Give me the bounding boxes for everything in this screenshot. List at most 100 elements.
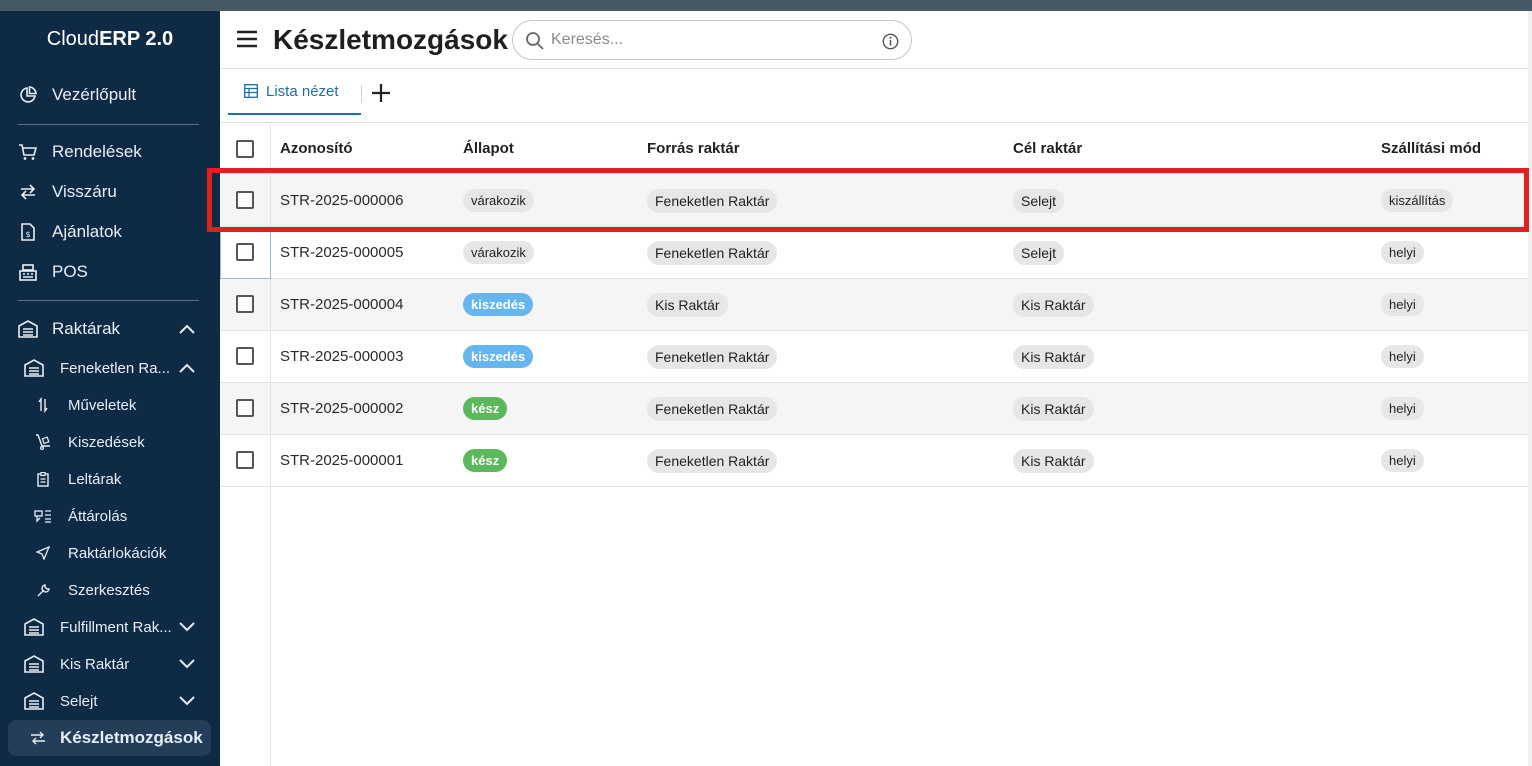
source-chip: Kis Raktár [647,292,728,317]
status-badge: kész [463,397,508,420]
row-target: Selejt [1013,175,1065,226]
search-box[interactable] [512,20,912,60]
status-badge: várakozik [463,189,534,212]
status-badge: kiszedés [463,293,534,316]
menu-icon[interactable] [236,29,258,49]
target-chip: Selejt [1013,188,1065,213]
row-shipping: helyi [1381,227,1424,278]
shipping-chip: helyi [1381,397,1424,420]
scrollbar[interactable] [1528,11,1532,766]
sidebar-item-picking[interactable]: Kiszedések [0,424,220,460]
info-icon[interactable] [882,33,899,50]
table-row[interactable]: STR-2025-000002 kész Feneketlen Raktár K… [220,383,1528,435]
row-checkbox[interactable] [236,399,254,417]
column-header-status[interactable]: Állapot [463,124,514,173]
row-checkbox[interactable] [236,347,254,365]
sidebar-item-edit[interactable]: Szerkesztés [0,572,220,608]
row-target: Selejt [1013,227,1065,278]
row-id: STR-2025-000006 [280,192,404,209]
sidebar: Cloud ERP 2.0 Vezérlőpult Rendelések Viss… [0,11,220,766]
row-target: Kis Raktár [1013,435,1094,486]
target-chip: Kis Raktár [1013,344,1094,369]
sidebar-item-wh-selejt[interactable]: Selejt [0,683,220,719]
warehouse-icon [24,358,44,378]
row-shipping: kiszállítás [1381,175,1454,226]
source-chip: Feneketlen Raktár [647,396,778,421]
row-checkbox[interactable] [236,191,254,209]
chevron-down-icon [178,692,196,710]
sidebar-item-wh-fulfillment[interactable]: Fulfillment Rak... [0,609,220,645]
warehouse-icon [24,654,44,674]
chevron-up-icon [178,359,196,377]
row-target: Kis Raktár [1013,331,1094,382]
shipping-chip: kiszállítás [1381,189,1454,212]
row-id: STR-2025-000001 [280,452,404,469]
row-checkbox[interactable] [236,451,254,469]
warehouse-icon [24,691,44,711]
clipboard-icon [34,469,52,489]
table-header-row: Azonosító Állapot Forrás raktár Cél rakt… [220,124,1528,174]
add-view-button[interactable] [370,82,392,104]
row-checkbox[interactable] [236,295,254,313]
sidebar-item-quotes[interactable]: $ Ajánlatok [0,214,220,250]
column-divider [270,279,271,330]
search-input[interactable] [551,29,871,51]
column-divider [270,383,271,434]
sidebar-item-transfer[interactable]: Áttárolás [0,498,220,534]
row-id: STR-2025-000003 [280,348,404,365]
chevron-down-icon [178,655,196,673]
row-source: Feneketlen Raktár [647,331,778,382]
sidebar-item-returns[interactable]: Visszáru [0,174,220,210]
column-header-id[interactable]: Azonosító [280,124,353,173]
sidebar-item-wh-feneketlen[interactable]: Feneketlen Ra... [0,350,220,386]
row-target: Kis Raktár [1013,383,1094,434]
target-chip: Kis Raktár [1013,292,1094,317]
sidebar-item-stock-moves[interactable]: Készletmozgások [8,720,211,756]
sidebar-item-locations[interactable]: Raktárlokációk [0,535,220,571]
status-badge: kiszedés [463,345,534,368]
row-status: kiszedés [463,279,534,330]
row-target: Kis Raktár [1013,279,1094,330]
page-header: Készletmozgások [220,11,1528,69]
column-header-shipping[interactable]: Szállítási mód [1381,124,1481,173]
table-row[interactable]: STR-2025-000005 várakozik Feneketlen Rak… [220,227,1528,279]
select-all-checkbox[interactable] [236,140,254,158]
target-chip: Selejt [1013,240,1065,265]
view-tabs: Lista nézet [220,69,1528,123]
row-source: Kis Raktár [647,279,728,330]
column-divider [270,124,271,173]
row-shipping: helyi [1381,331,1424,382]
svg-text:$: $ [25,230,30,239]
page-title: Készletmozgások [273,24,508,55]
sidebar-item-pos[interactable]: POS [0,254,220,290]
source-chip: Feneketlen Raktár [647,188,778,213]
column-header-source[interactable]: Forrás raktár [647,124,740,173]
table-row[interactable]: STR-2025-000003 kiszedés Feneketlen Rakt… [220,331,1528,383]
column-header-target[interactable]: Cél raktár [1013,124,1082,173]
source-chip: Feneketlen Raktár [647,240,778,265]
pie-chart-icon [18,85,38,105]
sidebar-item-wh-kis[interactable]: Kis Raktár [0,646,220,682]
chevron-down-icon [178,618,196,636]
warehouse-icon [18,319,38,339]
cash-register-icon [18,262,38,282]
document-dollar-icon: $ [18,222,38,242]
table-row[interactable]: STR-2025-000004 kiszedés Kis Raktár Kis … [220,279,1528,331]
sidebar-item-operations[interactable]: Műveletek [0,387,220,423]
table-row[interactable]: STR-2025-000006 várakozik Feneketlen Rak… [220,175,1528,227]
transfer-icon [34,506,52,526]
sidebar-item-orders[interactable]: Rendelések [0,134,220,170]
table-row[interactable]: STR-2025-000001 kész Feneketlen Raktár K… [220,435,1528,487]
sidebar-item-inventories[interactable]: Leltárak [0,461,220,497]
cart-icon [18,142,38,162]
sidebar-item-warehouses[interactable]: Raktárak [0,311,220,347]
row-id: STR-2025-000005 [280,244,404,261]
row-source: Feneketlen Raktár [647,435,778,486]
search-icon [525,31,545,51]
main-content: Készletmozgások Lista nézet Azonosító [220,11,1532,766]
tab-list-view[interactable]: Lista nézet [228,69,361,115]
row-status: kész [463,383,508,434]
tab-divider [361,85,362,103]
column-divider [270,331,271,382]
sidebar-item-dashboard[interactable]: Vezérlőpult [0,77,220,113]
